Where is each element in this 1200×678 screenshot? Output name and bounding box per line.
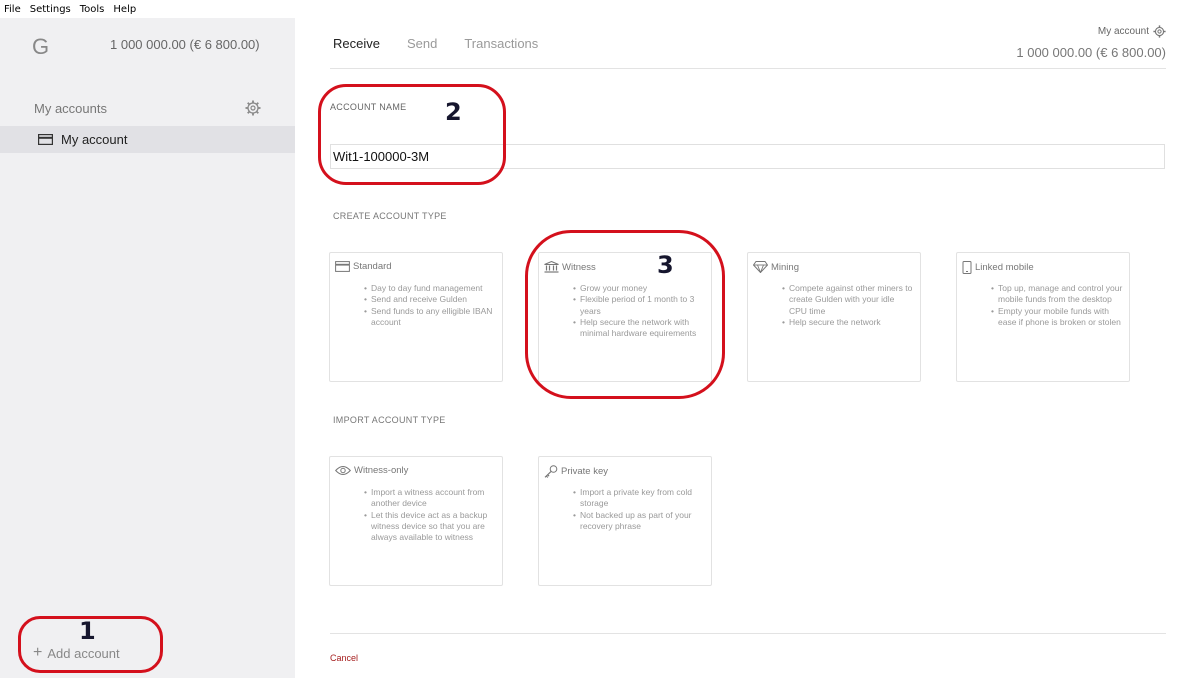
card-title-text: Linked mobile [975, 262, 1034, 273]
create-account-type-label: CREATE ACCOUNT TYPE [333, 211, 447, 221]
bullet: Import a witness account from another de… [364, 487, 496, 510]
card-bullets: Import a witness account from another de… [364, 487, 496, 543]
card-bullets: Compete against other miners to create G… [782, 283, 914, 328]
gulden-logo: G [32, 34, 50, 59]
bullet: Send funds to any elligible IBAN account [364, 306, 496, 329]
bullet: Help secure the network [782, 317, 914, 329]
main-balance: 1 000 000.00 (€ 6 800.00) [1016, 45, 1166, 60]
eye-icon [335, 466, 351, 475]
account-type-private-key[interactable]: Private key Import a private key from co… [538, 456, 712, 586]
tab-send[interactable]: Send [407, 36, 437, 51]
card-title-text: Standard [353, 261, 392, 272]
account-type-witness-only[interactable]: Witness-only Import a witness account fr… [329, 456, 503, 586]
bullet: Send and receive Gulden [364, 294, 496, 306]
current-account: My account [1098, 25, 1166, 38]
bullet: Empty your mobile funds with ease if pho… [991, 306, 1123, 329]
card-title: Mining [753, 261, 799, 273]
account-type-mining[interactable]: Mining Compete against other miners to c… [747, 252, 921, 382]
card-title: Witness-only [335, 465, 408, 476]
menu-settings[interactable]: Settings [30, 4, 71, 15]
header-divider [330, 68, 1166, 69]
menu-tools[interactable]: Tools [80, 4, 105, 15]
bullet: Day to day fund management [364, 283, 496, 295]
menu-file[interactable]: File [4, 4, 21, 15]
menu-help[interactable]: Help [113, 4, 136, 15]
card-title-text: Mining [771, 261, 799, 273]
sidebar-balance: 1 000 000.00 (€ 6 800.00) [110, 37, 260, 52]
annotation-number-3: 3 [657, 251, 674, 279]
card-title: Standard [335, 261, 392, 272]
import-account-type-label: IMPORT ACCOUNT TYPE [333, 415, 446, 425]
account-type-standard[interactable]: Standard Day to day fund management Send… [329, 252, 503, 382]
bullet: Compete against other miners to create G… [782, 283, 914, 317]
card-title-text: Private key [561, 466, 608, 477]
card-bullets: Import a private key from cold storage N… [573, 487, 705, 532]
tab-transactions[interactable]: Transactions [464, 36, 538, 51]
mobile-icon [962, 261, 972, 274]
cancel-button[interactable]: Cancel [330, 653, 358, 663]
account-type-linked-mobile[interactable]: Linked mobile Top up, manage and control… [956, 252, 1130, 382]
current-account-label: My account [1097, 26, 1149, 37]
diamond-icon [753, 261, 768, 273]
bullet: Top up, manage and control your mobile f… [991, 283, 1123, 306]
footer-divider [330, 633, 1166, 634]
sidebar-item-my-account[interactable]: My account [0, 126, 295, 153]
annotation-oval-2 [318, 84, 506, 185]
card-title-text: Witness-only [354, 465, 409, 476]
card-icon [335, 261, 350, 272]
annotation-number-1: 1 [79, 617, 96, 645]
card-bullets: Top up, manage and control your mobile f… [991, 283, 1123, 328]
bullet: Import a private key from cold storage [573, 487, 705, 510]
annotation-number-2: 2 [445, 98, 462, 126]
gear-icon[interactable] [1153, 25, 1166, 38]
bullet: Let this device act as a backup witness … [364, 510, 496, 544]
card-title: Linked mobile [962, 261, 1034, 274]
card-icon [38, 134, 53, 145]
annotation-oval-3 [525, 230, 725, 399]
sidebar-item-label: My account [61, 132, 128, 147]
card-title: Private key [544, 465, 608, 478]
card-bullets: Day to day fund management Send and rece… [364, 283, 496, 328]
tab-receive[interactable]: Receive [333, 36, 380, 51]
key-icon [544, 465, 558, 478]
tab-bar: Receive Send Transactions [333, 36, 565, 51]
bullet: Not backed up as part of your recovery p… [573, 510, 705, 533]
gear-icon[interactable] [245, 100, 261, 116]
accounts-header: My accounts [34, 101, 107, 116]
menu-bar: File Settings Tools Help [0, 0, 1200, 18]
sidebar: G 1 000 000.00 (€ 6 800.00) My accounts … [0, 18, 295, 678]
